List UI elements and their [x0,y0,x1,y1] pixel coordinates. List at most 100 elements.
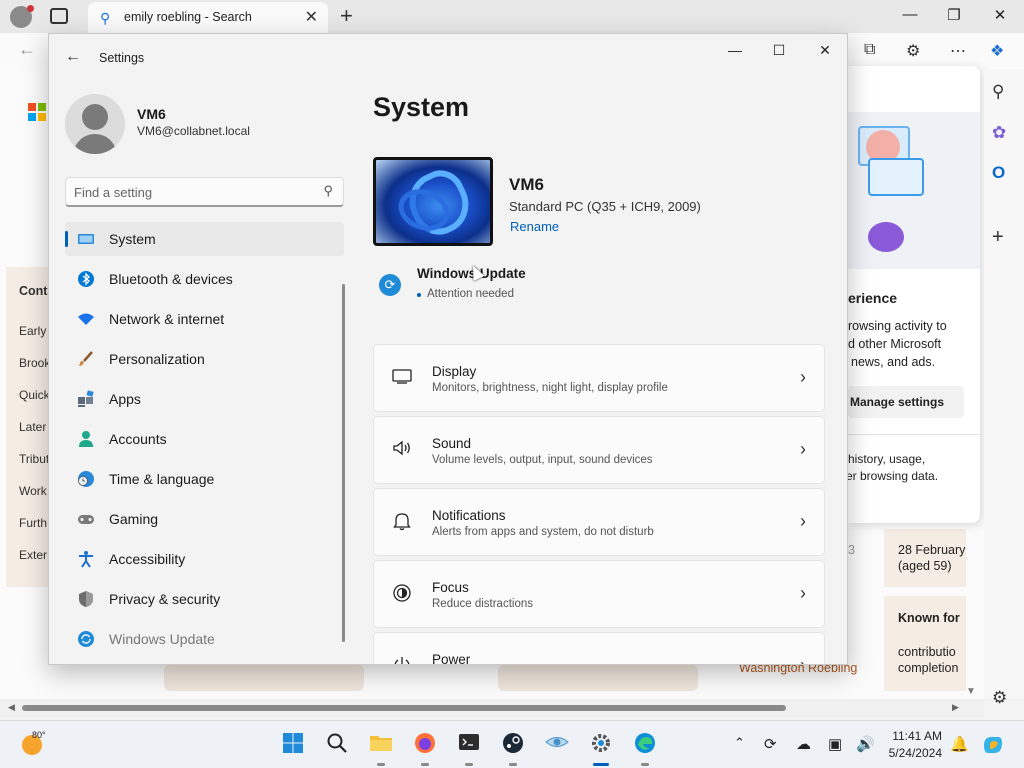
settings-card-sound[interactable]: Sound Volume levels, output, input, soun… [373,416,825,484]
popup-body-line: rowsing activity to [848,319,947,333]
settings-close-button[interactable]: ✕ [813,42,837,59]
settings-card-display[interactable]: Display Monitors, brightness, night ligh… [373,344,825,412]
device-model: Standard PC (Q35 + ICH9, 2009) [509,199,701,214]
nav-scrollbar[interactable] [342,284,345,642]
browser-close-button[interactable]: ✕ [988,6,1012,24]
nav-item-accounts[interactable]: Accounts [65,422,344,456]
weather-temperature[interactable]: 80° [32,730,46,740]
nav-item-network[interactable]: Network & internet [65,302,344,336]
nav-item-system[interactable]: System [65,222,344,256]
nav-item-accessibility[interactable]: Accessibility [65,542,344,576]
nav-item-label: Personalization [109,351,205,367]
add-sidebar-app-icon[interactable]: + [992,226,1004,249]
nav-item-bluetooth[interactable]: Bluetooth & devices [65,262,344,296]
show-hidden-icons-chevron-icon[interactable]: ⌃ [734,735,745,751]
edge-icon[interactable] [632,732,658,758]
nav-item-privacy-security[interactable]: Privacy & security [65,582,344,616]
nav-item-apps[interactable]: Apps [65,382,344,416]
manage-settings-label: Manage settings [850,395,945,409]
sync-icon[interactable]: ⟳ [764,735,777,753]
settings-card-focus[interactable]: Focus Reduce distractions › [373,560,825,628]
eye-app-icon[interactable] [544,732,570,758]
new-tab-button[interactable]: + [340,3,353,29]
tab-actions-icon[interactable] [50,8,68,24]
find-setting-field[interactable]: ⚲ [65,177,344,207]
steam-icon[interactable] [500,732,526,758]
shield-icon [77,590,95,608]
contents-item[interactable]: Brook [19,356,50,370]
manage-settings-button[interactable]: Manage settings [848,386,964,418]
tab-title: emily roebling - Search [124,10,252,24]
clock-time[interactable]: 11:41 AM [888,729,942,743]
settings-card-power[interactable]: Power › [373,632,825,664]
search-icon[interactable]: ⚲ [323,183,333,199]
contents-item[interactable]: Quick [19,388,50,402]
horizontal-scrollbar[interactable]: ◀ ▶ [0,699,984,717]
horizontal-scrollbar-thumb[interactable] [22,705,786,711]
contents-item[interactable]: Furth [19,516,47,530]
update-icon [77,630,95,648]
card-title: Display [432,364,477,379]
contents-item[interactable]: Early [19,324,46,338]
taskbar-search-icon[interactable] [324,732,350,758]
notification-bell-icon[interactable]: 🔔 [950,735,969,753]
network-icon[interactable]: ▣ [828,735,842,753]
find-setting-input[interactable] [74,183,309,201]
contents-item[interactable]: Work [19,484,47,498]
monitor-icon [77,230,95,248]
popup-footer-line: er browsing data. [846,469,939,483]
card-subtitle: Alerts from apps and system, do not dist… [432,526,654,538]
nav-item-label: Windows Update [109,631,215,647]
browser-tab[interactable]: ⚲ emily roebling - Search ✕ [88,2,328,33]
windows-update-icon[interactable]: ⟳ [379,274,401,296]
brush-icon [77,350,95,368]
contents-item[interactable]: Later [19,420,46,434]
sidebar-settings-icon[interactable]: ⚙ [992,688,1007,708]
outlook-icon[interactable]: O [992,163,1005,183]
profile-avatar-icon[interactable] [10,5,34,28]
contents-item[interactable]: Tribut [19,452,49,466]
user-avatar[interactable] [65,94,125,154]
settings-maximize-button[interactable]: ☐ [767,42,791,59]
settings-back-button[interactable]: ← [65,48,81,66]
clock-date[interactable]: 5/24/2024 [878,746,942,760]
popup-illustration [848,112,980,269]
scroll-left-arrow-icon[interactable]: ◀ [8,702,15,713]
volume-icon[interactable]: 🔊 [856,735,875,753]
settings-card-notifications[interactable]: Notifications Alerts from apps and syste… [373,488,825,556]
page-title: System [373,92,470,122]
extensions-icon[interactable]: ⚙ [906,41,920,61]
browser-minimize-button[interactable]: — [898,6,922,23]
settings-minimize-button[interactable]: — [723,42,747,58]
user-name: VM6 [137,106,166,122]
card-subtitle: Reduce distractions [432,598,533,610]
browser-restore-button[interactable]: ❐ [942,6,966,24]
scroll-right-arrow-icon[interactable]: ▶ [952,702,959,713]
nav-item-windows-update[interactable]: Windows Update [65,622,344,656]
cloud-offline-icon[interactable]: ☁ [796,735,811,753]
file-explorer-icon[interactable] [368,732,394,758]
rename-link[interactable]: Rename [510,219,559,234]
contents-item[interactable]: Exter [19,548,47,562]
card-subtitle: Monitors, brightness, night light, displ… [432,382,668,394]
terminal-icon[interactable] [456,732,482,758]
start-button[interactable] [280,732,306,758]
tab-close-button[interactable]: ✕ [305,7,318,27]
copilot-icon[interactable]: ❖ [990,41,1004,61]
settings-taskbar-icon[interactable] [588,732,614,758]
card-subtitle: Volume levels, output, input, sound devi… [432,454,653,466]
scroll-down-arrow-icon[interactable]: ▼ [966,686,976,697]
collections-icon[interactable]: ⧉ [864,41,875,59]
nav-item-time-language[interactable]: Time & language [65,462,344,496]
running-indicator [421,763,429,766]
more-options-icon[interactable]: ⋯ [950,41,966,61]
browser-back-icon[interactable]: ← [18,39,36,60]
copilot-pre-icon[interactable] [982,735,1004,759]
nav-item-gaming[interactable]: Gaming [65,502,344,536]
globe-clock-icon [77,470,95,488]
firefox-icon[interactable] [412,732,438,758]
copilot-app-icon[interactable]: ✿ [992,123,1006,143]
nav-item-personalization[interactable]: Personalization [65,342,344,376]
search-icon[interactable]: ⚲ [992,82,1004,102]
chevron-right-icon: › [800,367,806,387]
